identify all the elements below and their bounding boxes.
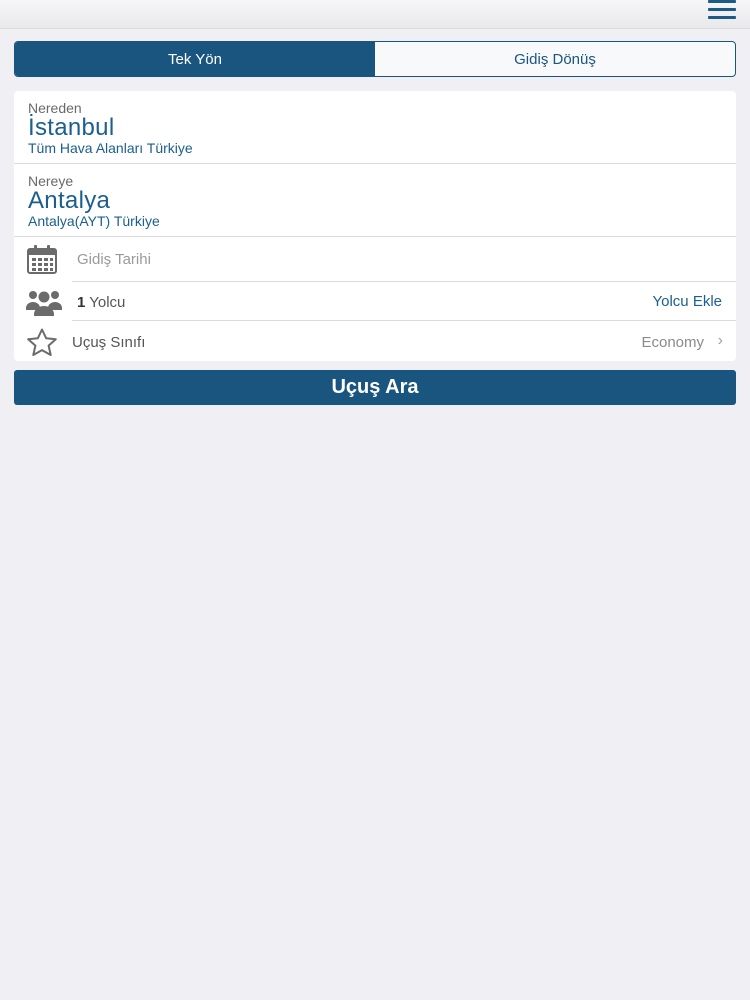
tab-one-way[interactable]: Tek Yön <box>15 42 375 76</box>
cabin-class-value: Economy <box>641 334 704 351</box>
passenger-label: Yolcu <box>89 294 126 311</box>
destination-field[interactable]: Nereye Antalya Antalya(AYT) Türkiye <box>14 164 736 237</box>
passengers-field[interactable]: 1 Yolcu Yolcu Ekle <box>14 283 736 321</box>
hamburger-menu-icon[interactable] <box>708 0 736 22</box>
divider <box>72 281 736 282</box>
cabin-class-label: Uçuş Sınıfı <box>72 334 146 351</box>
departure-date-placeholder: Gidiş Tarihi <box>77 251 151 268</box>
passenger-count-text: 1 Yolcu <box>77 294 125 311</box>
origin-city: İstanbul <box>28 114 115 141</box>
people-icon <box>26 287 62 322</box>
search-flights-button[interactable]: Uçuş Ara <box>14 370 736 405</box>
star-icon <box>26 328 58 361</box>
divider <box>72 320 736 321</box>
destination-city: Antalya <box>28 187 111 214</box>
origin-detail: Tüm Hava Alanları Türkiye <box>28 140 193 156</box>
top-bar <box>0 0 750 29</box>
passenger-count: 1 <box>77 294 86 311</box>
chevron-right-icon: › <box>717 332 723 349</box>
tab-round-trip[interactable]: Gidiş Dönüş <box>375 42 735 76</box>
add-passenger-link[interactable]: Yolcu Ekle <box>653 293 723 310</box>
origin-field[interactable]: Nereden İstanbul Tüm Hava Alanları Türki… <box>14 91 736 164</box>
destination-detail: Antalya(AYT) Türkiye <box>28 213 160 229</box>
cabin-class-field[interactable]: Uçuş Sınıfı Economy › <box>14 322 736 361</box>
calendar-icon <box>26 245 58 280</box>
departure-date-field[interactable]: Gidiş Tarihi <box>14 237 736 282</box>
trip-type-selector: Tek Yön Gidiş Dönüş <box>14 41 736 77</box>
flight-search-form: Nereden İstanbul Tüm Hava Alanları Türki… <box>14 91 736 361</box>
